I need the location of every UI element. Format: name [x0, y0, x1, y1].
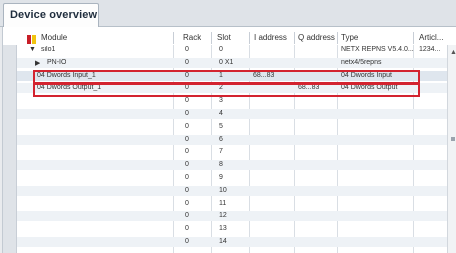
row-expander-icon[interactable]: ▼ [29, 46, 36, 53]
table-row[interactable]: 0 11 [17, 199, 456, 209]
row-rack: 0 [185, 135, 189, 143]
table-row[interactable]: 09 [17, 173, 456, 183]
scroll-up-icon[interactable]: ▲ [450, 49, 456, 56]
row-type: 04 Dwords Output [341, 84, 398, 92]
row-rack: 0 [185, 122, 189, 130]
row-slot: 10 [219, 186, 227, 194]
row-slot: 1 [219, 71, 223, 79]
table-header: Module Rack Slot I address Q address Typ… [3, 31, 456, 45]
row-type: NETX REPNS V5.4.0... [341, 46, 414, 53]
row-rack: 0 [185, 84, 189, 92]
table-row[interactable]: 0 10 [17, 185, 456, 196]
table-row[interactable]: 0 14 [17, 237, 456, 247]
row-module: 04 Dwords Input_1 [37, 71, 96, 79]
row-slot: 3 [219, 97, 223, 105]
col-article[interactable]: Articl... [419, 33, 447, 42]
row-rack: 0 [185, 212, 189, 220]
table-row[interactable]: ▶ PN-IO 0 0 X1 netx4/5repns [17, 57, 456, 68]
row-gutter [3, 45, 17, 253]
row-slot: 5 [219, 122, 223, 130]
col-q-address[interactable]: Q address [298, 33, 335, 42]
row-slot: 7 [219, 148, 223, 156]
row-rack: 0 [185, 225, 189, 233]
row-rack: 0 [185, 46, 189, 53]
row-slot: 2 [219, 84, 223, 92]
row-slot: 14 [219, 238, 227, 245]
table-row[interactable]: ▼ silo1 0 0 NETX REPNS V5.4.0... 1234... [17, 45, 456, 55]
row-slot: 9 [219, 174, 223, 181]
table-row[interactable]: 04 Dwords Input_1 0 1 68...83 04 Dwords Inpu… [17, 70, 456, 81]
table-row[interactable]: 05 [17, 122, 456, 132]
row-type: 04 Dwords Input [341, 71, 392, 79]
row-rack: 0 [185, 186, 189, 194]
row-i-address: 68...83 [253, 71, 275, 79]
module-icon [27, 35, 36, 44]
col-rack[interactable]: Rack [183, 33, 201, 42]
col-i-address[interactable]: I address [254, 33, 287, 42]
table-row[interactable]: 04 Dwords Output_1 0 2 68...83 04 Dwords Out… [17, 83, 456, 94]
row-rack: 0 [185, 174, 189, 181]
row-rack: 0 [185, 238, 189, 245]
table-row[interactable]: 08 [17, 160, 456, 171]
row-q-address: 68...83 [298, 84, 320, 92]
table-row[interactable]: 0 13 [17, 224, 456, 234]
row-slot: 13 [219, 225, 227, 233]
table-row[interactable]: 06 [17, 134, 456, 145]
row-rack: 0 [185, 110, 189, 117]
row-slot: 8 [219, 161, 223, 169]
tab-bar: Device overview [0, 0, 456, 28]
row-slot: 4 [219, 110, 223, 117]
row-type: netx4/5repns [341, 58, 382, 66]
row-rack: 0 [185, 161, 189, 169]
row-slot: 0 X1 [219, 58, 234, 66]
row-module: 04 Dwords Output_1 [37, 84, 102, 92]
col-slot[interactable]: Slot [217, 33, 231, 42]
col-type[interactable]: Type [341, 33, 358, 42]
device-overview-panel: Module Rack Slot I address Q address Typ… [2, 27, 456, 253]
table-row[interactable]: 03 [17, 96, 456, 106]
tab-label: Device overview [10, 9, 98, 21]
row-rack: 0 [185, 58, 189, 66]
col-module[interactable]: Module [41, 33, 67, 42]
vertical-scrollbar[interactable]: ▲ [447, 45, 456, 253]
row-slot: 11 [219, 199, 227, 207]
row-slot: 12 [219, 212, 227, 220]
table-row[interactable]: 04 [17, 109, 456, 119]
row-rack: 0 [185, 71, 189, 79]
row-module: PN-IO [47, 58, 67, 66]
table-row[interactable]: 07 [17, 147, 456, 157]
row-slot: 6 [219, 135, 223, 143]
row-expander-icon[interactable]: ▶ [35, 59, 40, 67]
row-slot: 0 [219, 46, 223, 53]
row-module: silo1 [41, 46, 56, 53]
table-row[interactable]: 0 12 [17, 211, 456, 222]
row-rack: 0 [185, 97, 189, 105]
row-article: 1234... [419, 46, 441, 53]
row-rack: 0 [185, 199, 189, 207]
scroll-marker [451, 137, 455, 141]
tab-device-overview[interactable]: Device overview [3, 3, 99, 28]
row-rack: 0 [185, 148, 189, 156]
